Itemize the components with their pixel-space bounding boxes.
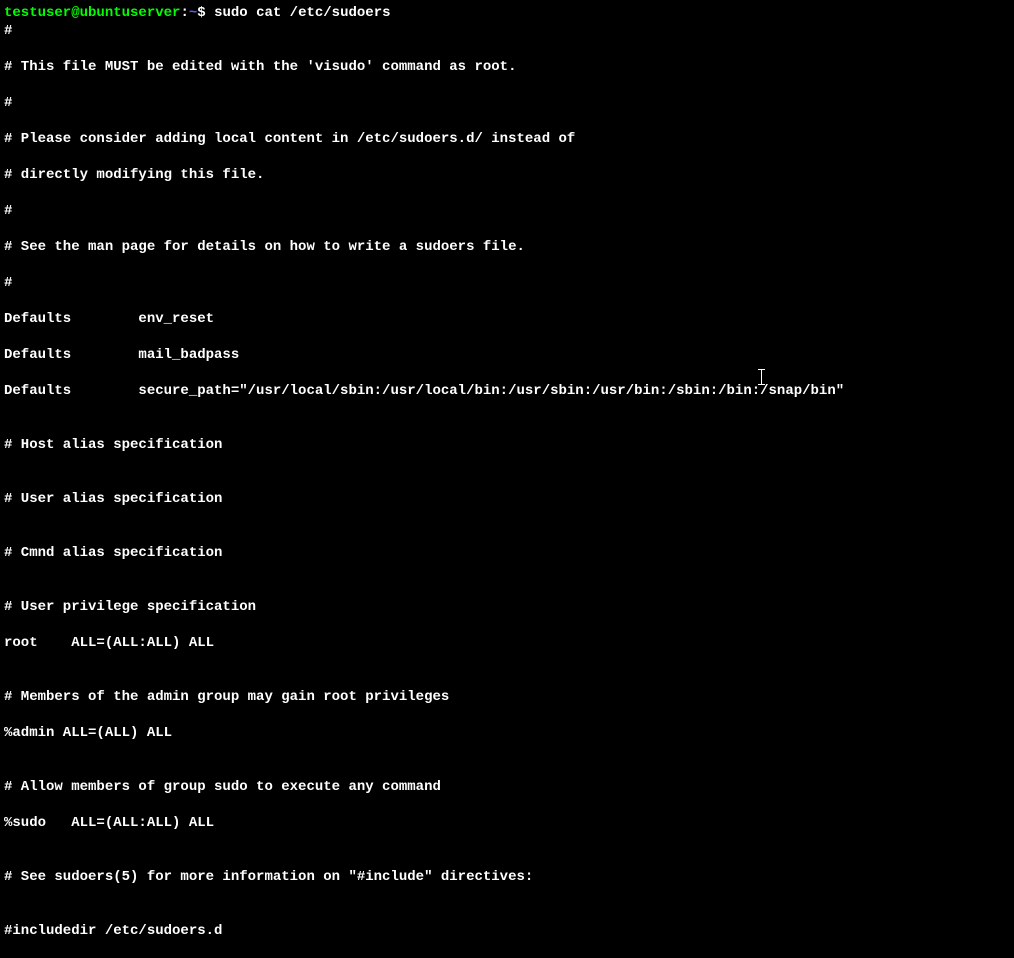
output-line: Defaults mail_badpass	[4, 346, 1010, 364]
prompt-user-host: testuser@ubuntuserver	[4, 5, 180, 21]
output-line: # directly modifying this file.	[4, 166, 1010, 184]
output-line: Defaults secure_path="/usr/local/sbin:/u…	[4, 382, 1010, 400]
output-line: # See sudoers(5) for more information on…	[4, 868, 1010, 886]
command-text: sudo cat /etc/sudoers	[214, 5, 390, 21]
prompt-path: ~	[189, 5, 197, 21]
output-line: #	[4, 274, 1010, 292]
output-line: # User privilege specification	[4, 598, 1010, 616]
prompt-colon: :	[180, 5, 188, 21]
output-line: # Please consider adding local content i…	[4, 130, 1010, 148]
output-line: # Host alias specification	[4, 436, 1010, 454]
output-line: # This file MUST be edited with the 'vis…	[4, 58, 1010, 76]
output-line: #	[4, 202, 1010, 220]
output-line: #	[4, 22, 1010, 40]
output-line: # Members of the admin group may gain ro…	[4, 688, 1010, 706]
output-line: %sudo ALL=(ALL:ALL) ALL	[4, 814, 1010, 832]
output-line: # User alias specification	[4, 490, 1010, 508]
output-line: # Cmnd alias specification	[4, 544, 1010, 562]
output-line: #	[4, 94, 1010, 112]
terminal-window[interactable]: testuser@ubuntuserver:~$ sudo cat /etc/s…	[4, 4, 1010, 958]
output-line: root ALL=(ALL:ALL) ALL	[4, 634, 1010, 652]
output-line: Defaults env_reset	[4, 310, 1010, 328]
output-line: #includedir /etc/sudoers.d	[4, 922, 1010, 940]
output-line: # Allow members of group sudo to execute…	[4, 778, 1010, 796]
output-line: %admin ALL=(ALL) ALL	[4, 724, 1010, 742]
output-line: # See the man page for details on how to…	[4, 238, 1010, 256]
prompt-dollar: $	[197, 5, 214, 21]
